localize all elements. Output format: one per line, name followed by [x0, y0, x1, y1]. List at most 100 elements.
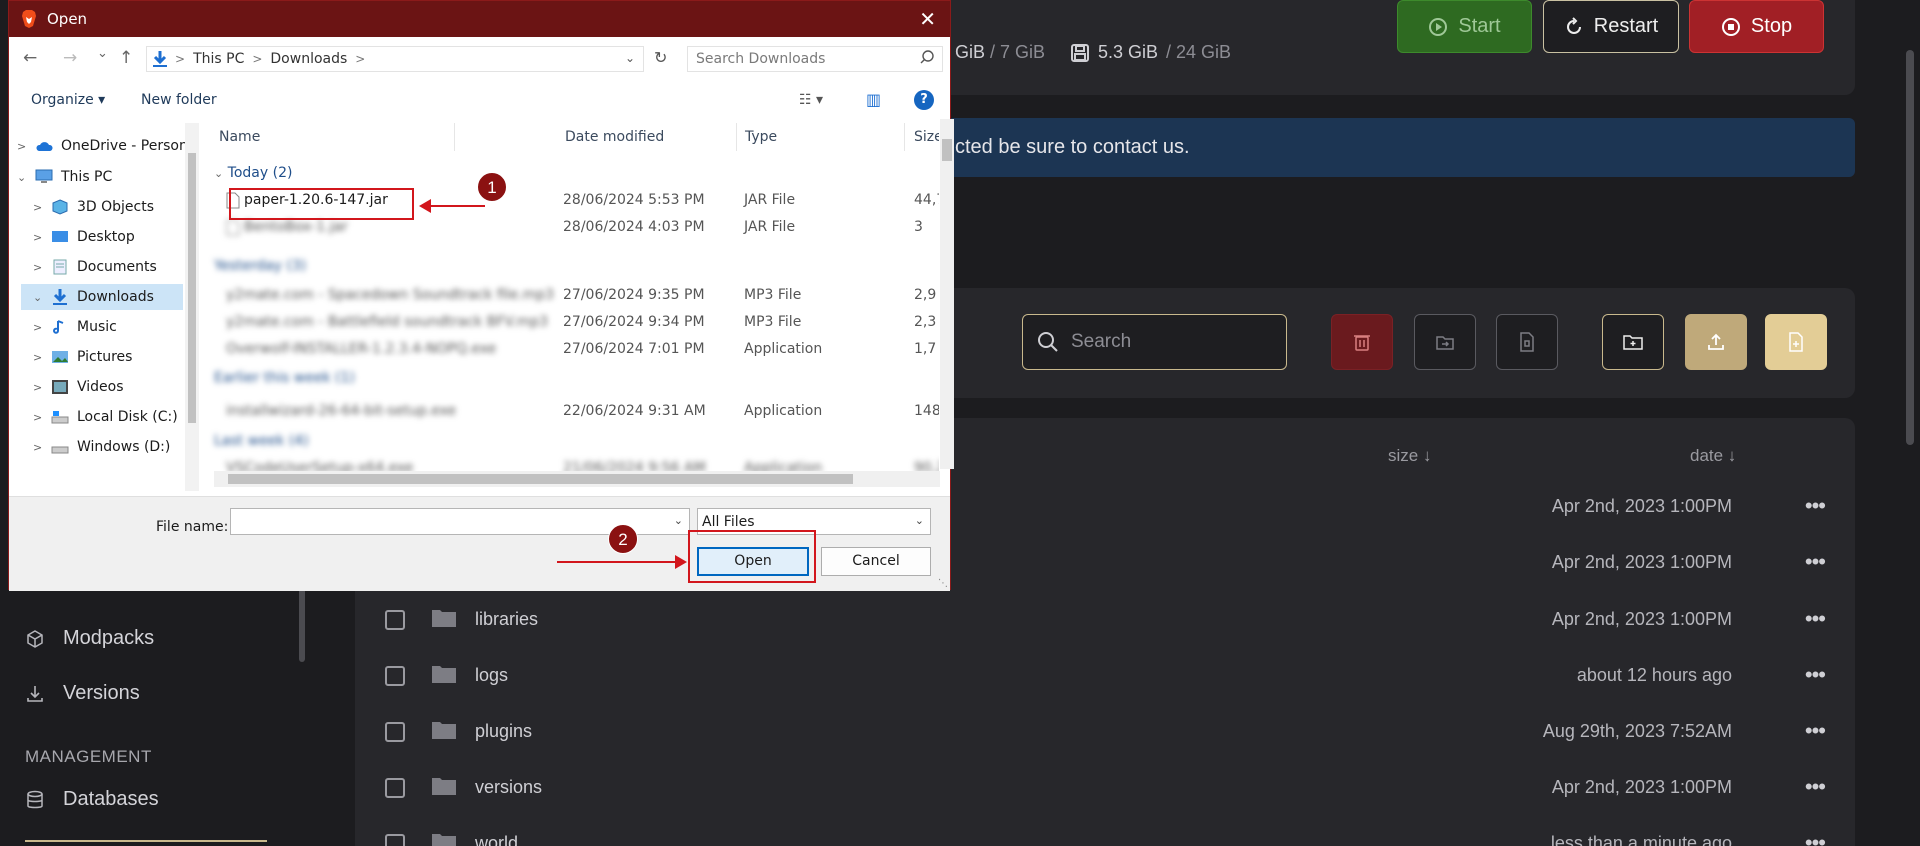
group-yesterday[interactable]: Yesterday (3): [204, 255, 934, 279]
organize-button[interactable]: Organize ▾: [31, 92, 105, 108]
cancel-button[interactable]: Cancel: [821, 547, 931, 576]
more-icon[interactable]: •••: [1805, 830, 1826, 846]
file-row[interactable]: plugins Aug 29th, 2023 7:52AM •••: [385, 711, 1826, 751]
file-plus-icon: [1789, 332, 1803, 352]
column-name[interactable]: Name: [219, 129, 260, 165]
breadcrumb-this-pc[interactable]: This PC: [193, 51, 244, 67]
new-folder-button[interactable]: [1602, 314, 1664, 370]
row-checkbox[interactable]: [385, 834, 405, 846]
row-name[interactable]: logs: [475, 665, 508, 686]
tree-item-pictures[interactable]: > Pictures: [33, 344, 132, 370]
more-icon[interactable]: •••: [1805, 662, 1826, 688]
disk-stat: 5.3 GiB/ 24 GiB: [1070, 42, 1231, 63]
file-list-horizontal-scrollbar[interactable]: [214, 471, 940, 487]
sidebar-category-management: MANAGEMENT: [25, 747, 152, 766]
row-checkbox[interactable]: [385, 666, 405, 686]
group-today[interactable]: ⌄ Today (2): [214, 165, 292, 181]
tree-item-3d-objects[interactable]: >3D Objects: [33, 194, 154, 220]
file-row[interactable]: Overwolf-INSTALLER-1.2.3.4-NOPQ.exe 27/0…: [204, 338, 936, 362]
address-bar[interactable]: > This PC > Downloads > ⌄: [146, 46, 644, 72]
resize-grip-icon[interactable]: ⋱: [938, 578, 948, 589]
file-row[interactable]: versions Apr 2nd, 2023 1:00PM •••: [385, 767, 1826, 807]
file-row[interactable]: y2mate.com - Spacedown Soundtrack file.m…: [204, 284, 936, 308]
back-icon[interactable]: ←: [23, 48, 37, 68]
new-file-button[interactable]: [1765, 314, 1827, 370]
more-icon[interactable]: •••: [1805, 718, 1826, 744]
breadcrumb-downloads[interactable]: Downloads: [270, 51, 347, 67]
scrollbar-thumb[interactable]: [942, 139, 952, 161]
brave-lion-icon: [22, 10, 36, 28]
sidebar-item-databases[interactable]: Databases: [25, 788, 159, 811]
more-icon[interactable]: •••: [1805, 493, 1826, 519]
row-name[interactable]: plugins: [475, 721, 532, 742]
recent-locations-icon[interactable]: ⌄: [97, 46, 108, 61]
more-icon[interactable]: •••: [1805, 606, 1826, 632]
row-checkbox[interactable]: [385, 610, 405, 630]
group-earlier-this-week[interactable]: Earlier this week (1): [204, 367, 934, 391]
archive-button[interactable]: [1496, 314, 1558, 370]
row-name[interactable]: libraries: [475, 609, 538, 630]
more-icon[interactable]: •••: [1805, 774, 1826, 800]
size-column-header[interactable]: size ↓: [1388, 446, 1431, 466]
play-icon: [1429, 17, 1448, 36]
tree-item-local-disk-c[interactable]: > Local Disk (C:): [33, 404, 178, 430]
row-name[interactable]: world: [475, 833, 518, 846]
new-folder-button[interactable]: New folder: [141, 92, 217, 108]
tree-item-videos[interactable]: > Videos: [33, 374, 124, 400]
column-date-modified[interactable]: Date modified: [565, 129, 664, 165]
page-scrollbar[interactable]: [1906, 50, 1914, 445]
file-row[interactable]: installwizard-26-64-bit-setup.exe 22/06/…: [204, 400, 939, 424]
refresh-icon[interactable]: ↻: [654, 48, 667, 67]
upload-button[interactable]: [1685, 314, 1747, 370]
group-label: Earlier this week (1): [214, 370, 355, 386]
column-type[interactable]: Type: [745, 129, 777, 165]
chevron-down-icon[interactable]: ⌄: [915, 514, 924, 527]
restart-icon: [1566, 16, 1581, 34]
start-button[interactable]: Start: [1397, 0, 1532, 53]
forward-icon[interactable]: →: [63, 48, 77, 68]
row-checkbox[interactable]: [385, 722, 405, 742]
delete-button[interactable]: [1331, 314, 1393, 370]
date-column-header[interactable]: date ↓: [1690, 446, 1736, 466]
group-last-week[interactable]: Last week (4): [204, 430, 934, 454]
navigation-pane-scrollbar[interactable]: [185, 123, 199, 491]
preview-pane-icon[interactable]: ▥: [866, 90, 881, 109]
folder-plus-icon: [1623, 335, 1643, 350]
row-name[interactable]: versions: [475, 777, 542, 798]
sidebar-item-versions[interactable]: Versions: [25, 682, 140, 705]
stop-button[interactable]: Stop: [1689, 0, 1824, 53]
file-row[interactable]: libraries Apr 2nd, 2023 1:00PM •••: [385, 599, 1826, 639]
close-icon[interactable]: ✕: [919, 7, 936, 31]
move-button[interactable]: [1414, 314, 1476, 370]
file-search-input[interactable]: Search: [1022, 314, 1287, 370]
restart-button[interactable]: Restart: [1543, 0, 1679, 53]
file-row[interactable]: world less than a minute ago •••: [385, 823, 1826, 846]
file-list-vertical-scrollbar[interactable]: [940, 119, 954, 469]
tree-item-music[interactable]: > Music: [33, 314, 117, 340]
tree-item-this-pc[interactable]: ⌄ This PC: [17, 164, 112, 190]
more-icon[interactable]: •••: [1805, 549, 1826, 575]
tree-item-windows-d[interactable]: > Windows (D:): [33, 434, 170, 460]
chevron-down-icon[interactable]: ⌄: [625, 51, 635, 65]
chevron-down-icon[interactable]: ⌄: [674, 514, 683, 527]
scrollbar-thumb[interactable]: [188, 153, 196, 423]
tree-item-onedrive[interactable]: > OneDrive - Person: [17, 133, 188, 159]
scrollbar-thumb[interactable]: [228, 474, 853, 484]
search-downloads-input[interactable]: Search Downloads: [687, 46, 943, 72]
file-size: 44,7: [914, 192, 939, 208]
up-icon[interactable]: ↑: [119, 48, 133, 68]
navigation-pane: > OneDrive - Person ⌄ This PC >3D Objects …: [9, 123, 194, 491]
row-checkbox[interactable]: [385, 778, 405, 798]
sidebar-item-modpacks[interactable]: Modpacks: [25, 627, 154, 650]
tree-item-documents[interactable]: > Documents: [33, 254, 157, 280]
file-type: MP3 File: [744, 287, 802, 303]
column-size[interactable]: Size: [914, 129, 939, 165]
cube-icon: [27, 629, 43, 648]
file-row[interactable]: y2mate.com - Battlefield soundtrack BFV.…: [204, 311, 936, 335]
tree-item-desktop[interactable]: > Desktop: [33, 224, 135, 250]
file-row[interactable]: logs about 12 hours ago •••: [385, 655, 1826, 695]
view-options-icon[interactable]: ☷ ▾: [799, 92, 823, 108]
dialog-titlebar[interactable]: Open ✕: [9, 1, 950, 37]
help-icon[interactable]: ?: [914, 90, 934, 110]
tree-item-downloads[interactable]: ⌄ Downloads: [21, 284, 183, 310]
